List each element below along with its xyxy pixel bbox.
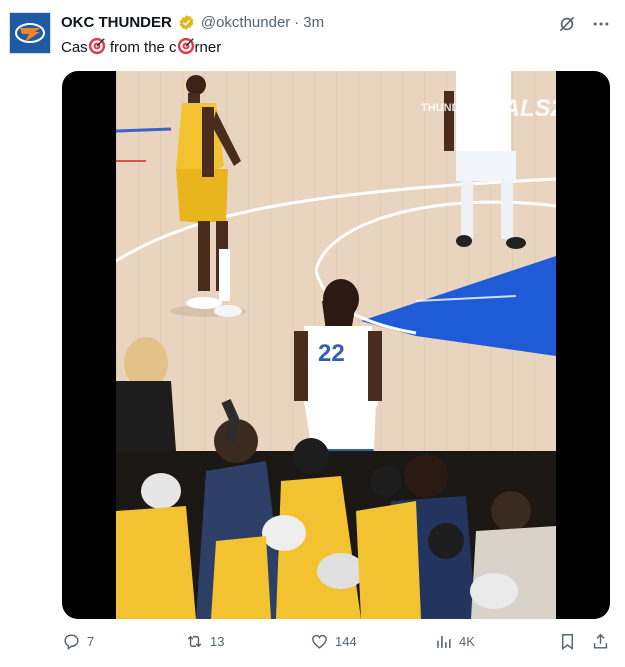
- basketball-scene-illustration: THUNDER FINALS25 22: [116, 71, 556, 619]
- post-text: Cas from the c rner: [61, 37, 221, 59]
- share-button[interactable]: [591, 632, 610, 651]
- direct-hit-emoji-icon: [88, 37, 106, 59]
- post-card: OKC THUNDER @okcthunder · 3m Cas from th…: [0, 0, 625, 667]
- views-button[interactable]: 4K: [434, 632, 475, 651]
- avatar[interactable]: [9, 12, 51, 54]
- bookmark-button[interactable]: [558, 632, 577, 651]
- heart-icon: [312, 634, 327, 649]
- repost-icon: [187, 635, 202, 648]
- repost-button[interactable]: 13: [185, 632, 224, 651]
- post-text-part: from the c: [105, 39, 177, 56]
- top-actions: [557, 14, 611, 34]
- views-count: 4K: [459, 634, 475, 649]
- post-header: OKC THUNDER @okcthunder · 3m: [61, 14, 324, 31]
- reply-icon: [64, 634, 79, 651]
- repost-count: 13: [210, 634, 225, 649]
- action-bar: 7 13 144 4K: [62, 632, 610, 656]
- like-button[interactable]: 144: [310, 632, 357, 651]
- separator-dot: ·: [294, 14, 300, 31]
- post-text-part: rner: [194, 39, 222, 56]
- reply-count: 7: [87, 634, 95, 649]
- views-chart-icon: [437, 635, 451, 648]
- grok-icon[interactable]: [557, 14, 577, 34]
- verified-badge-icon: [178, 14, 195, 31]
- like-count: 144: [335, 634, 357, 649]
- thunder-logo-icon: [15, 23, 45, 43]
- timestamp[interactable]: 3m: [303, 14, 324, 31]
- direct-hit-emoji-icon: [177, 37, 195, 59]
- watermark-text: FINALS25: [464, 95, 556, 122]
- jersey-number: 22: [318, 340, 345, 367]
- video-player[interactable]: THUNDER FINALS25 22: [62, 71, 610, 619]
- more-options-icon[interactable]: [591, 14, 611, 34]
- share-icon: [593, 633, 608, 649]
- video-frame[interactable]: THUNDER FINALS25 22: [116, 71, 556, 619]
- display-name[interactable]: OKC THUNDER: [61, 14, 172, 31]
- handle[interactable]: @okcthunder: [201, 14, 290, 31]
- reply-button[interactable]: 7: [62, 632, 94, 651]
- post-text-part: Cas: [61, 39, 88, 56]
- bookmark-icon: [562, 634, 573, 651]
